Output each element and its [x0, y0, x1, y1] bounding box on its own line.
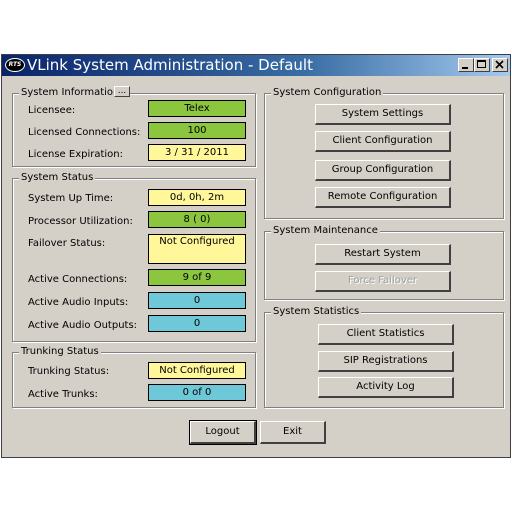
system-maintenance-legend: System Maintenance [271, 225, 380, 237]
title-bar[interactable]: RTS VLink System Administration - Defaul… [2, 55, 510, 76]
system-information-more-button[interactable]: ... [114, 86, 130, 97]
client-configuration-button[interactable]: Client Configuration [315, 131, 451, 152]
trunking-status-value: Not Configured [148, 362, 246, 379]
system-configuration-group: System Configuration System Settings Cli… [264, 87, 504, 219]
license-expiration-value: 3 / 31 / 2011 [148, 144, 246, 161]
system-settings-button[interactable]: System Settings [315, 104, 451, 125]
system-statistics-legend: System Statistics [271, 306, 362, 318]
system-up-time-label: System Up Time: [28, 193, 114, 204]
active-audio-inputs-label: Active Audio Inputs: [28, 297, 129, 308]
license-expiration-label: License Expiration: [28, 149, 124, 160]
active-trunks-label: Active Trunks: [28, 389, 98, 400]
system-information-group: System Information ... Licensee: Telex L… [12, 86, 256, 167]
active-trunks-value: 0 of 0 [148, 384, 246, 401]
maximize-icon [477, 60, 486, 68]
system-up-time-value: 0d, 0h, 2m [148, 189, 246, 206]
logout-button[interactable]: Logout [189, 420, 257, 445]
failover-status-label: Failover Status: [28, 238, 106, 249]
window-title: VLink System Administration - Default [27, 56, 313, 74]
group-configuration-button[interactable]: Group Configuration [315, 160, 451, 181]
sip-registrations-button[interactable]: SIP Registrations [318, 351, 454, 372]
trunking-status-group: Trunking Status Trunking Status: Not Con… [12, 346, 256, 408]
close-icon [495, 60, 504, 69]
active-audio-outputs-value: 0 [148, 315, 246, 332]
active-audio-inputs-value: 0 [148, 292, 246, 309]
licensee-value: Telex [148, 100, 246, 117]
minimize-button[interactable] [458, 58, 474, 72]
system-information-legend: System Information [19, 87, 122, 99]
processor-utilization-value: 8 ( 0) [148, 211, 246, 228]
exit-button[interactable]: Exit [260, 421, 326, 444]
trunking-status-legend: Trunking Status [19, 346, 101, 358]
close-button[interactable] [492, 58, 508, 72]
trunking-status-label: Trunking Status: [28, 366, 110, 377]
system-maintenance-group: System Maintenance Restart System Force … [264, 225, 504, 300]
licensed-connections-value: 100 [148, 122, 246, 139]
client-statistics-button[interactable]: Client Statistics [318, 324, 454, 345]
active-connections-label: Active Connections: [28, 274, 128, 285]
maximize-button[interactable] [474, 58, 490, 72]
licensee-label: Licensee: [28, 105, 76, 116]
licensed-connections-label: Licensed Connections: [28, 127, 141, 138]
active-connections-value: 9 of 9 [148, 269, 246, 286]
failover-status-value: Not Configured [148, 234, 246, 264]
activity-log-button[interactable]: Activity Log [318, 377, 454, 398]
processor-utilization-label: Processor Utilization: [28, 216, 133, 227]
system-status-group: System Status System Up Time: 0d, 0h, 2m… [12, 172, 256, 342]
active-audio-outputs-label: Active Audio Outputs: [28, 320, 138, 331]
system-configuration-legend: System Configuration [271, 87, 384, 99]
rts-logo-icon: RTS [5, 58, 25, 72]
minimize-icon [462, 67, 468, 69]
force-failover-button[interactable]: Force Failover [315, 271, 451, 292]
system-statistics-group: System Statistics Client Statistics SIP … [264, 306, 504, 408]
vlink-admin-window: RTS VLink System Administration - Defaul… [1, 54, 511, 458]
remote-configuration-button[interactable]: Remote Configuration [315, 187, 451, 208]
system-status-legend: System Status [19, 172, 96, 184]
restart-system-button[interactable]: Restart System [315, 244, 451, 265]
